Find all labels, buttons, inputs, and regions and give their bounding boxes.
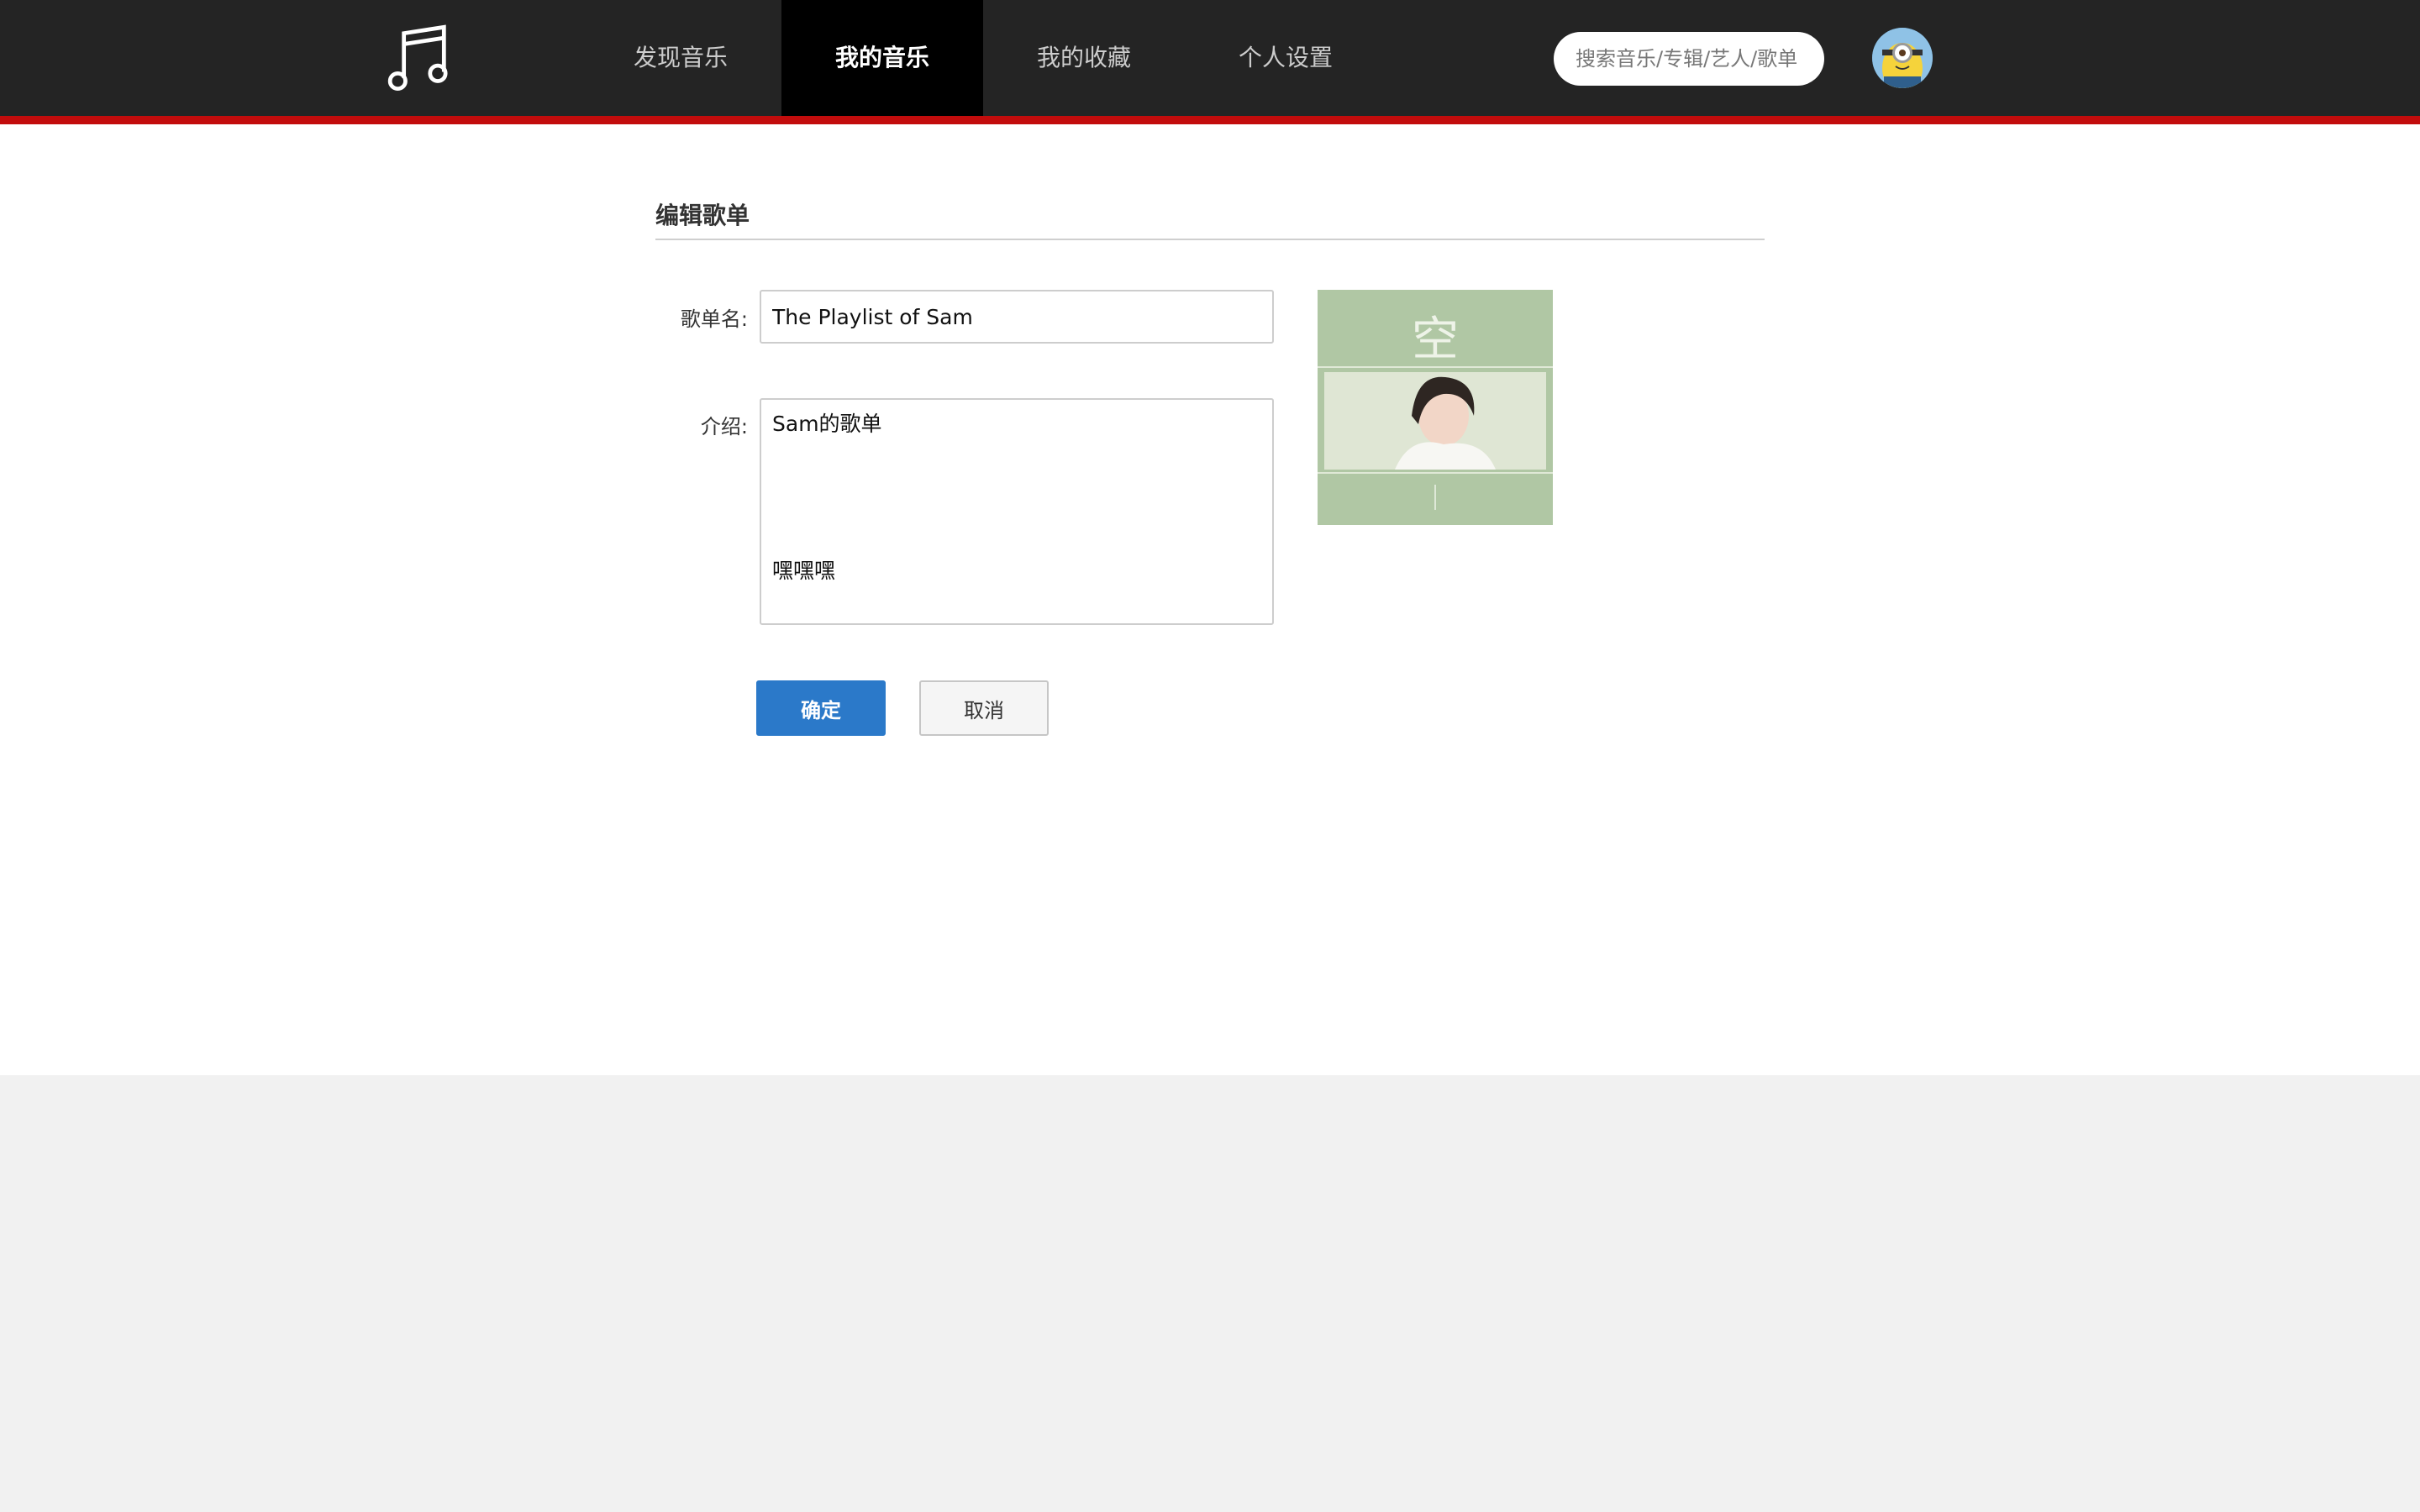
main-nav: 发现音乐 我的音乐 我的收藏 个人设置 <box>580 0 1386 116</box>
playlist-cover-image[interactable]: 空 <box>1318 290 1553 525</box>
playlist-description-textarea[interactable] <box>760 398 1274 625</box>
nav-discover-music[interactable]: 发现音乐 <box>580 0 781 116</box>
cancel-button[interactable]: 取消 <box>919 680 1049 736</box>
main-content: 编辑歌单 歌单名: 介绍: 空 确定 取消 <box>0 124 2420 1075</box>
page-title: 编辑歌单 <box>655 197 1765 240</box>
confirm-button[interactable]: 确定 <box>756 680 886 736</box>
cover-art: 空 <box>1318 290 1553 525</box>
minion-avatar-icon <box>1872 28 1933 88</box>
nav-my-favorites[interactable]: 我的收藏 <box>983 0 1185 116</box>
search-input[interactable] <box>1554 32 1824 86</box>
music-note-icon[interactable] <box>382 20 456 96</box>
playlist-name-label: 歌单名: <box>680 307 748 331</box>
playlist-description-label: 介绍: <box>700 415 748 438</box>
cover-title-text: 空 <box>1412 312 1459 367</box>
top-nav-bar: 发现音乐 我的音乐 我的收藏 个人设置 <box>0 0 2420 124</box>
avatar[interactable] <box>1872 28 1933 88</box>
nav-my-music[interactable]: 我的音乐 <box>781 0 983 116</box>
nav-personal-settings[interactable]: 个人设置 <box>1185 0 1386 116</box>
page-footer <box>0 1075 2420 1512</box>
playlist-name-input[interactable] <box>760 290 1274 344</box>
